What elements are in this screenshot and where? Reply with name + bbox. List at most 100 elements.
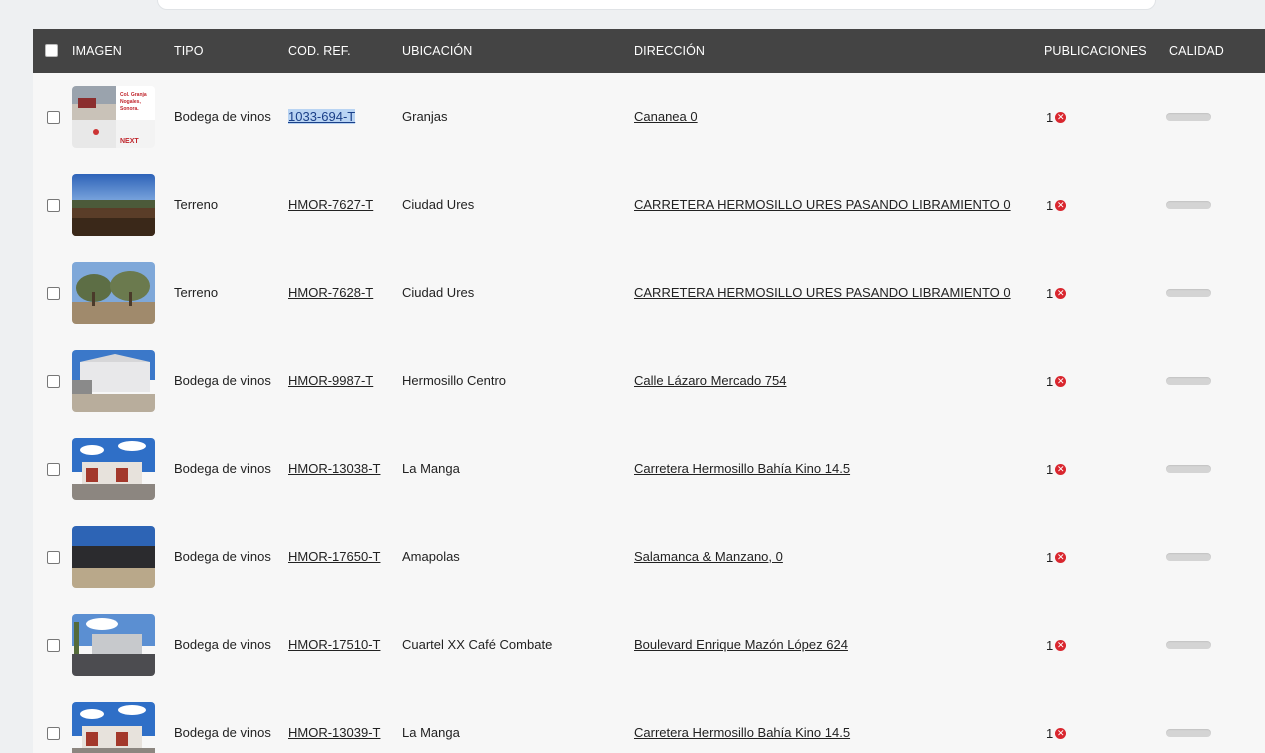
property-location: Cuartel XX Café Combate	[402, 637, 553, 652]
property-address-cell: Salamanca & Manzano, 0	[634, 513, 783, 601]
quality-bar	[1166, 201, 1211, 209]
property-ref-link[interactable]: HMOR-9987-T	[288, 373, 373, 388]
row-checkbox[interactable]	[47, 727, 60, 740]
property-ref-link[interactable]: HMOR-7627-T	[288, 197, 373, 212]
property-location: Ciudad Ures	[402, 197, 475, 212]
property-address-cell: Cananea 0	[634, 73, 698, 161]
property-address-link[interactable]: CARRETERA HERMOSILLO URES PASANDO LIBRAM…	[634, 285, 1011, 300]
publications-count: 1	[1046, 373, 1054, 389]
property-address-cell: Calle Lázaro Mercado 754	[634, 337, 786, 425]
property-address-link[interactable]: Salamanca & Manzano, 0	[634, 549, 783, 564]
table-row[interactable]: Terreno HMOR-7627-T Ciudad Ures CARRETER…	[33, 161, 1265, 250]
property-location: Ciudad Ures	[402, 285, 475, 300]
row-checkbox[interactable]	[47, 463, 60, 476]
publications-cell: 1 ✕	[1046, 161, 1067, 249]
header-location[interactable]: UBICACIÓN	[402, 29, 472, 73]
property-address-link[interactable]: Carretera Hermosillo Bahía Kino 14.5	[634, 725, 850, 740]
publications-cell: 1 ✕	[1046, 601, 1067, 689]
flyer-text: Sonora.	[120, 106, 139, 112]
row-checkbox[interactable]	[47, 287, 60, 300]
publications-count: 1	[1046, 637, 1054, 653]
property-location: La Manga	[402, 461, 460, 476]
table-row[interactable]: Col. Granja Nogales, Sonora. NEXT Bodega…	[33, 73, 1265, 162]
publications-count: 1	[1046, 725, 1054, 741]
row-checkbox[interactable]	[47, 199, 60, 212]
x-circle-icon[interactable]: ✕	[1055, 112, 1067, 124]
x-circle-icon[interactable]: ✕	[1055, 288, 1067, 300]
property-thumbnail[interactable]	[72, 262, 155, 324]
table-row[interactable]: Bodega de vinos HMOR-17510-T Cuartel XX …	[33, 601, 1265, 690]
property-ref-link[interactable]: HMOR-7628-T	[288, 285, 373, 300]
property-location: Amapolas	[402, 549, 460, 564]
property-location: La Manga	[402, 725, 460, 740]
property-address-link[interactable]: Boulevard Enrique Mazón López 624	[634, 637, 848, 652]
property-address-cell: Carretera Hermosillo Bahía Kino 14.5	[634, 425, 850, 513]
row-checkbox[interactable]	[47, 639, 60, 652]
next-logo: NEXT	[120, 138, 139, 145]
quality-bar	[1166, 289, 1211, 297]
property-ref-cell: HMOR-7627-T	[288, 161, 373, 249]
property-ref-cell: 1033-694-T	[288, 73, 356, 161]
row-checkbox[interactable]	[47, 375, 60, 388]
property-thumbnail[interactable]	[72, 350, 155, 412]
publications-cell: 1 ✕	[1046, 425, 1067, 513]
quality-bar	[1166, 553, 1211, 561]
search-bar[interactable]	[157, 0, 1156, 10]
publications-count: 1	[1046, 549, 1054, 565]
property-address-link[interactable]: Carretera Hermosillo Bahía Kino 14.5	[634, 461, 850, 476]
property-type: Terreno	[174, 285, 219, 300]
table-row[interactable]: Bodega de vinos HMOR-13039-T La Manga Ca…	[33, 689, 1265, 753]
property-ref-cell: HMOR-9987-T	[288, 337, 373, 425]
row-checkbox[interactable]	[47, 111, 60, 124]
table-row[interactable]: Terreno HMOR-7628-T Ciudad Ures CARRETER…	[33, 249, 1265, 338]
publications-count: 1	[1046, 461, 1054, 477]
publications-count: 1	[1046, 285, 1054, 301]
property-ref-cell: HMOR-7628-T	[288, 249, 373, 337]
quality-bar	[1166, 641, 1211, 649]
property-ref-link[interactable]: HMOR-13039-T	[288, 725, 380, 740]
property-ref-link[interactable]: HMOR-17650-T	[288, 549, 380, 564]
property-ref-link[interactable]: HMOR-13038-T	[288, 461, 380, 476]
x-circle-icon[interactable]: ✕	[1055, 200, 1067, 212]
property-thumbnail[interactable]	[72, 702, 155, 753]
property-address-cell: Carretera Hermosillo Bahía Kino 14.5	[634, 689, 850, 753]
property-thumbnail[interactable]	[72, 438, 155, 500]
property-address-cell: CARRETERA HERMOSILLO URES PASANDO LIBRAM…	[634, 249, 1011, 337]
table-row[interactable]: Bodega de vinos HMOR-17650-T Amapolas Sa…	[33, 513, 1265, 602]
x-circle-icon[interactable]: ✕	[1055, 640, 1067, 652]
property-address-cell: CARRETERA HERMOSILLO URES PASANDO LIBRAM…	[634, 161, 1011, 249]
property-ref-cell: HMOR-17510-T	[288, 601, 380, 689]
x-circle-icon[interactable]: ✕	[1055, 552, 1067, 564]
quality-bar	[1166, 377, 1211, 385]
property-thumbnail[interactable]: Col. Granja Nogales, Sonora. NEXT	[72, 86, 155, 148]
x-circle-icon[interactable]: ✕	[1055, 376, 1067, 388]
property-type: Bodega de vinos	[174, 461, 271, 476]
property-thumbnail[interactable]	[72, 526, 155, 588]
header-image[interactable]: IMAGEN	[72, 29, 122, 73]
quality-bar	[1166, 465, 1211, 473]
header-publications[interactable]: PUBLICACIONES	[1044, 29, 1147, 73]
publications-cell: 1 ✕	[1046, 73, 1067, 161]
select-all-checkbox[interactable]	[45, 44, 58, 57]
x-circle-icon[interactable]: ✕	[1055, 464, 1067, 476]
property-type: Bodega de vinos	[174, 637, 271, 652]
property-address-link[interactable]: Calle Lázaro Mercado 754	[634, 373, 786, 388]
property-ref-link[interactable]: 1033-694-T	[288, 109, 356, 124]
property-ref-link[interactable]: HMOR-17510-T	[288, 637, 380, 652]
property-address-link[interactable]: Cananea 0	[634, 109, 698, 124]
property-address-link[interactable]: CARRETERA HERMOSILLO URES PASANDO LIBRAM…	[634, 197, 1011, 212]
properties-table: IMAGEN TIPO COD. REF. UBICACIÓN DIRECCIÓ…	[33, 29, 1265, 753]
x-circle-icon[interactable]: ✕	[1055, 728, 1067, 740]
table-row[interactable]: Bodega de vinos HMOR-9987-T Hermosillo C…	[33, 337, 1265, 426]
header-address[interactable]: DIRECCIÓN	[634, 29, 705, 73]
publications-cell: 1 ✕	[1046, 337, 1067, 425]
header-ref[interactable]: COD. REF.	[288, 29, 351, 73]
row-checkbox[interactable]	[47, 551, 60, 564]
table-row[interactable]: Bodega de vinos HMOR-13038-T La Manga Ca…	[33, 425, 1265, 514]
header-quality[interactable]: CALIDAD	[1169, 29, 1224, 73]
property-thumbnail[interactable]	[72, 614, 155, 676]
header-type[interactable]: TIPO	[174, 29, 204, 73]
publications-count: 1	[1046, 197, 1054, 213]
property-type: Bodega de vinos	[174, 373, 271, 388]
property-thumbnail[interactable]	[72, 174, 155, 236]
